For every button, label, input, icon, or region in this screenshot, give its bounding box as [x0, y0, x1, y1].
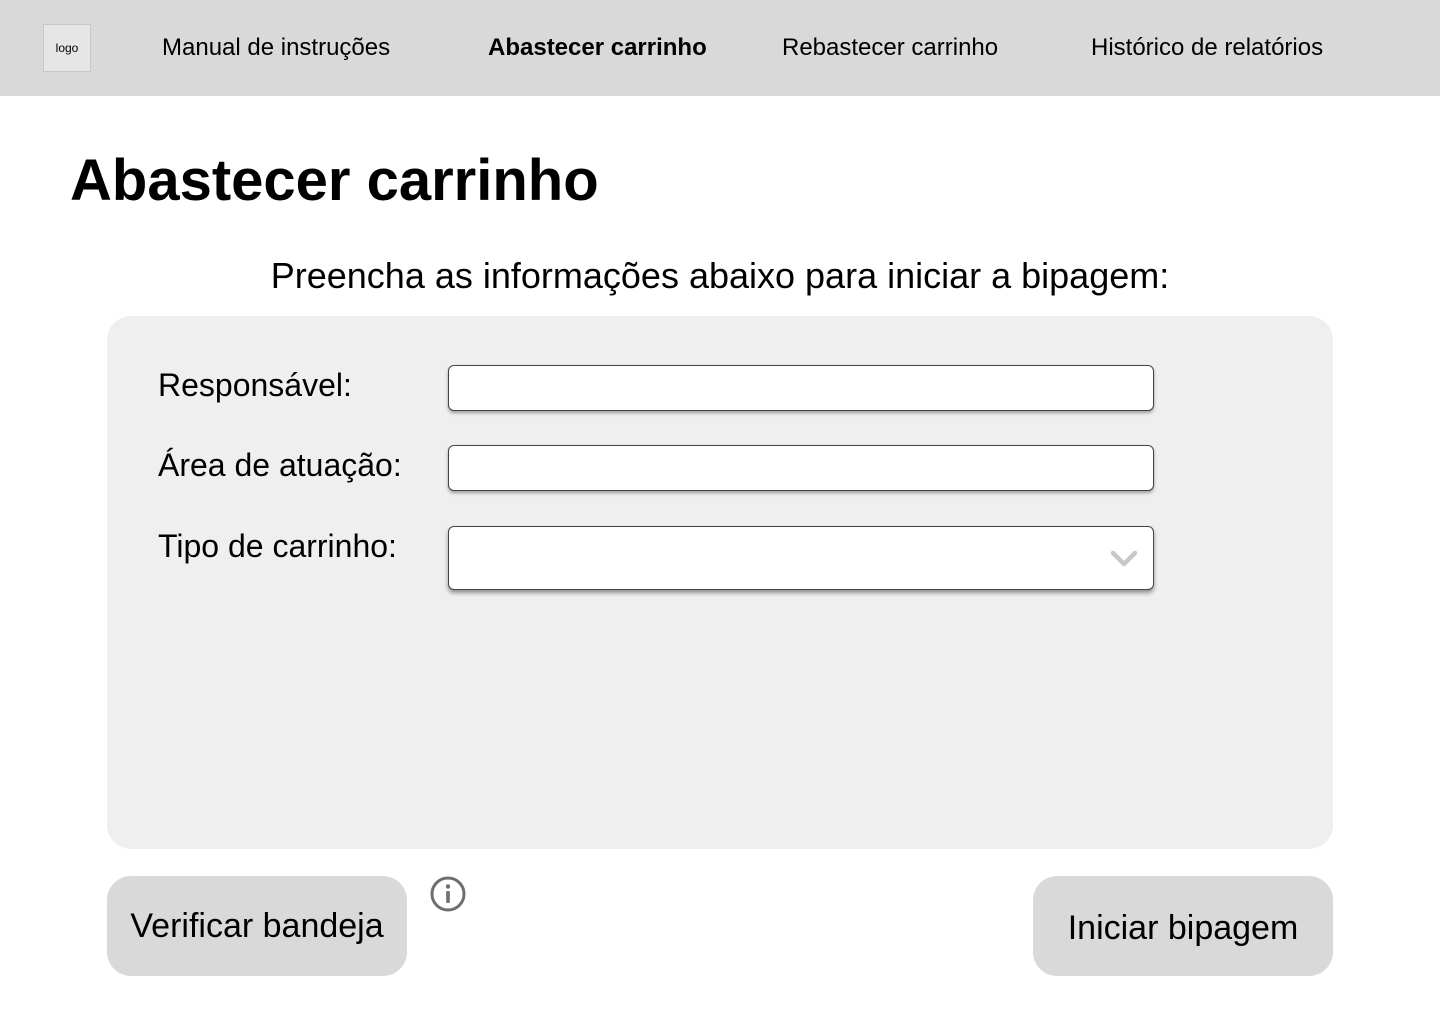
nav-item-historico-relatorios[interactable]: Histórico de relatórios — [1091, 34, 1323, 62]
logo-text: logo — [55, 41, 79, 55]
page-subtitle: Preencha as informações abaixo para inic… — [270, 255, 1170, 296]
info-icon[interactable] — [430, 876, 466, 912]
responsavel-input[interactable] — [448, 365, 1154, 411]
top-navigation-bar: logo Manual de instruções Abastecer carr… — [0, 0, 1440, 96]
iniciar-bipagem-button[interactable]: Iniciar bipagem — [1033, 876, 1333, 976]
area-atuacao-input[interactable] — [448, 445, 1154, 491]
nav-item-abastecer-carrinho[interactable]: Abastecer carrinho — [488, 34, 707, 62]
nav-item-rebastecer-carrinho[interactable]: Rebastecer carrinho — [782, 34, 998, 62]
area-atuacao-label: Área de atuação: — [158, 447, 402, 483]
verificar-bandeja-button[interactable]: Verificar bandeja — [107, 876, 407, 976]
iniciar-bipagem-label: Iniciar bipagem — [1067, 909, 1299, 947]
responsavel-label: Responsável: — [158, 367, 352, 403]
tipo-carrinho-select[interactable] — [448, 526, 1154, 590]
page-title: Abastecer carrinho — [70, 148, 599, 213]
nav-item-manual[interactable]: Manual de instruções — [162, 34, 390, 62]
logo[interactable]: logo — [43, 24, 91, 72]
tipo-carrinho-label: Tipo de carrinho: — [158, 528, 397, 564]
verificar-bandeja-label: Verificar bandeja — [130, 907, 384, 945]
chevron-down-icon — [1110, 550, 1138, 567]
